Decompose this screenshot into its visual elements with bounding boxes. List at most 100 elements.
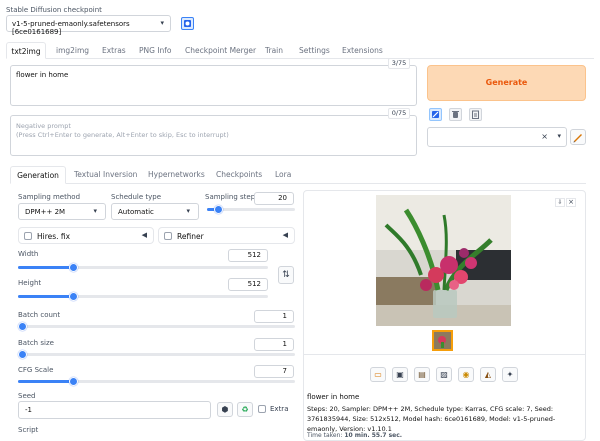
tab-settings[interactable]: Settings [299, 42, 330, 59]
arrow-icon [432, 111, 439, 118]
hires-fix-label: Hires. fix [37, 232, 71, 241]
chevron-down-icon: ▾ [557, 132, 561, 140]
trash-icon [452, 111, 459, 118]
negative-prompt-textarea[interactable]: Negative prompt (Press Ctrl+Enter to gen… [10, 115, 417, 156]
collapse-arrow-icon: ◀ [141, 231, 147, 239]
negative-prompt-placeholder: Negative prompt (Press Ctrl+Enter to gen… [16, 122, 229, 139]
styles-select[interactable]: × ▾ [427, 127, 567, 147]
gallery-thumbnail[interactable] [432, 330, 453, 351]
cfg-scale-slider[interactable] [18, 377, 295, 386]
tab-checkpoints[interactable]: Checkpoints [216, 166, 262, 184]
save-icon: ▣ [396, 370, 404, 379]
tab-textual-inversion[interactable]: Textual Inversion [74, 166, 137, 184]
generation-info: Steps: 20, Sampler: DPM++ 2M, Schedule t… [307, 405, 556, 433]
generated-image[interactable] [376, 195, 511, 326]
tab-hypernetworks[interactable]: Hypernetworks [148, 166, 205, 184]
reuse-seed-button[interactable]: ♻ [237, 402, 253, 417]
chevron-down-icon: ▾ [160, 19, 164, 27]
time-taken: Time taken: 10 min. 55.7 sec. [307, 432, 402, 439]
thumbnail-image [434, 332, 451, 349]
tab-extensions[interactable]: Extensions [342, 42, 383, 59]
tab-txt2img[interactable]: txt2img [6, 42, 46, 59]
prompt-text: flower in home [16, 71, 69, 79]
seed-label: Seed [18, 392, 36, 400]
time-taken-value: 10 min. 55.7 sec. [344, 432, 403, 439]
cfg-scale-input[interactable]: 7 [254, 365, 294, 378]
batch-count-input[interactable]: 1 [254, 310, 294, 323]
batch-size-input[interactable]: 1 [254, 338, 294, 351]
prompt-token-counter: 3/75 [388, 58, 410, 69]
output-caption: flower in home [307, 393, 360, 401]
script-label: Script [18, 426, 39, 434]
height-input[interactable]: 512 [228, 278, 268, 291]
clipboard-icon [472, 110, 479, 119]
clipboard-button[interactable] [469, 108, 482, 121]
batch-size-label: Batch size [18, 339, 54, 347]
schedule-type-select[interactable]: Automatic ▾ [111, 203, 199, 220]
send-to-inpaint-button[interactable]: ◉ [458, 367, 474, 382]
sampling-steps-slider[interactable] [207, 205, 295, 214]
image-icon: ▨ [440, 370, 448, 379]
save-button[interactable]: ▣ [392, 367, 408, 382]
generate-button[interactable]: Generate [427, 65, 586, 101]
sampling-method-select[interactable]: DPM++ 2M ▾ [18, 203, 106, 220]
read-params-button[interactable] [429, 108, 442, 121]
extra-seed-checkbox[interactable] [258, 405, 266, 413]
prompt-textarea[interactable]: flower in home [10, 65, 417, 106]
chevron-down-icon: ▾ [93, 207, 97, 215]
tab-lora[interactable]: Lora [275, 166, 291, 184]
folder-icon: ▭ [374, 370, 382, 379]
dice-icon: ⬢ [221, 405, 229, 414]
seed-input[interactable]: -1 [18, 401, 211, 419]
tab-img2img[interactable]: img2img [56, 42, 89, 59]
edit-styles-button[interactable] [570, 129, 586, 145]
cfg-scale-label: CFG Scale [18, 366, 54, 374]
tab-train[interactable]: Train [265, 42, 283, 59]
sampling-steps-label: Sampling steps [205, 193, 259, 201]
checkpoint-value: v1-5-pruned-emaonly.safetensors [6ce0161… [12, 20, 130, 36]
batch-count-slider[interactable] [18, 322, 295, 331]
recycle-icon: ♻ [241, 405, 249, 414]
sampling-steps-input[interactable]: 20 [254, 192, 294, 205]
tab-generation[interactable]: Generation [10, 166, 66, 184]
checkpoint-select[interactable]: v1-5-pruned-emaonly.safetensors [6ce0161… [6, 15, 171, 36]
batch-size-slider[interactable] [18, 350, 295, 359]
swap-arrows-icon: ⇅ [282, 270, 290, 280]
sparkle-icon: ✦ [506, 370, 514, 379]
width-input[interactable]: 512 [228, 249, 268, 262]
zip-button[interactable]: ▤ [414, 367, 430, 382]
trash-button[interactable] [449, 108, 462, 121]
hires-fix-accordion[interactable]: Hires. fix ◀ [18, 227, 154, 244]
width-slider[interactable] [18, 263, 268, 272]
schedule-type-value: Automatic [118, 208, 154, 216]
batch-count-label: Batch count [18, 311, 61, 319]
refresh-checkpoint-button[interactable] [181, 17, 194, 30]
collapse-arrow-icon: ◀ [282, 231, 288, 239]
sub-tabs: Generation Textual Inversion Hypernetwor… [10, 166, 586, 184]
send-to-img2img-button[interactable]: ▨ [436, 367, 452, 382]
swap-dimensions-button[interactable]: ⇅ [278, 266, 294, 284]
send-to-extras-button[interactable]: ◭ [480, 367, 496, 382]
sampling-method-value: DPM++ 2M [25, 208, 66, 216]
checkpoint-label: Stable Diffusion checkpoint [6, 6, 102, 14]
refiner-checkbox[interactable] [164, 232, 172, 240]
tab-extras[interactable]: Extras [102, 42, 126, 59]
height-slider[interactable] [18, 292, 268, 301]
hires-upscale-button[interactable]: ✦ [502, 367, 518, 382]
random-seed-button[interactable]: ⬢ [217, 402, 233, 417]
time-taken-label: Time taken: [307, 432, 343, 439]
tab-png-info[interactable]: PNG Info [139, 42, 172, 59]
chevron-down-icon: ▾ [186, 207, 190, 215]
height-label: Height [18, 279, 42, 287]
hires-fix-checkbox[interactable] [24, 232, 32, 240]
sampling-method-label: Sampling method [18, 193, 81, 201]
palette-icon: ◉ [462, 370, 470, 379]
negative-token-counter: 0/75 [388, 108, 410, 119]
tab-checkpoint-merger[interactable]: Checkpoint Merger [185, 42, 256, 59]
refiner-accordion[interactable]: Refiner ◀ [158, 227, 295, 244]
close-icon[interactable]: × [566, 198, 576, 207]
clear-icon[interactable]: × [541, 132, 548, 141]
width-label: Width [18, 250, 39, 258]
download-icon[interactable]: ⇩ [555, 198, 565, 207]
open-folder-button[interactable]: ▭ [370, 367, 386, 382]
